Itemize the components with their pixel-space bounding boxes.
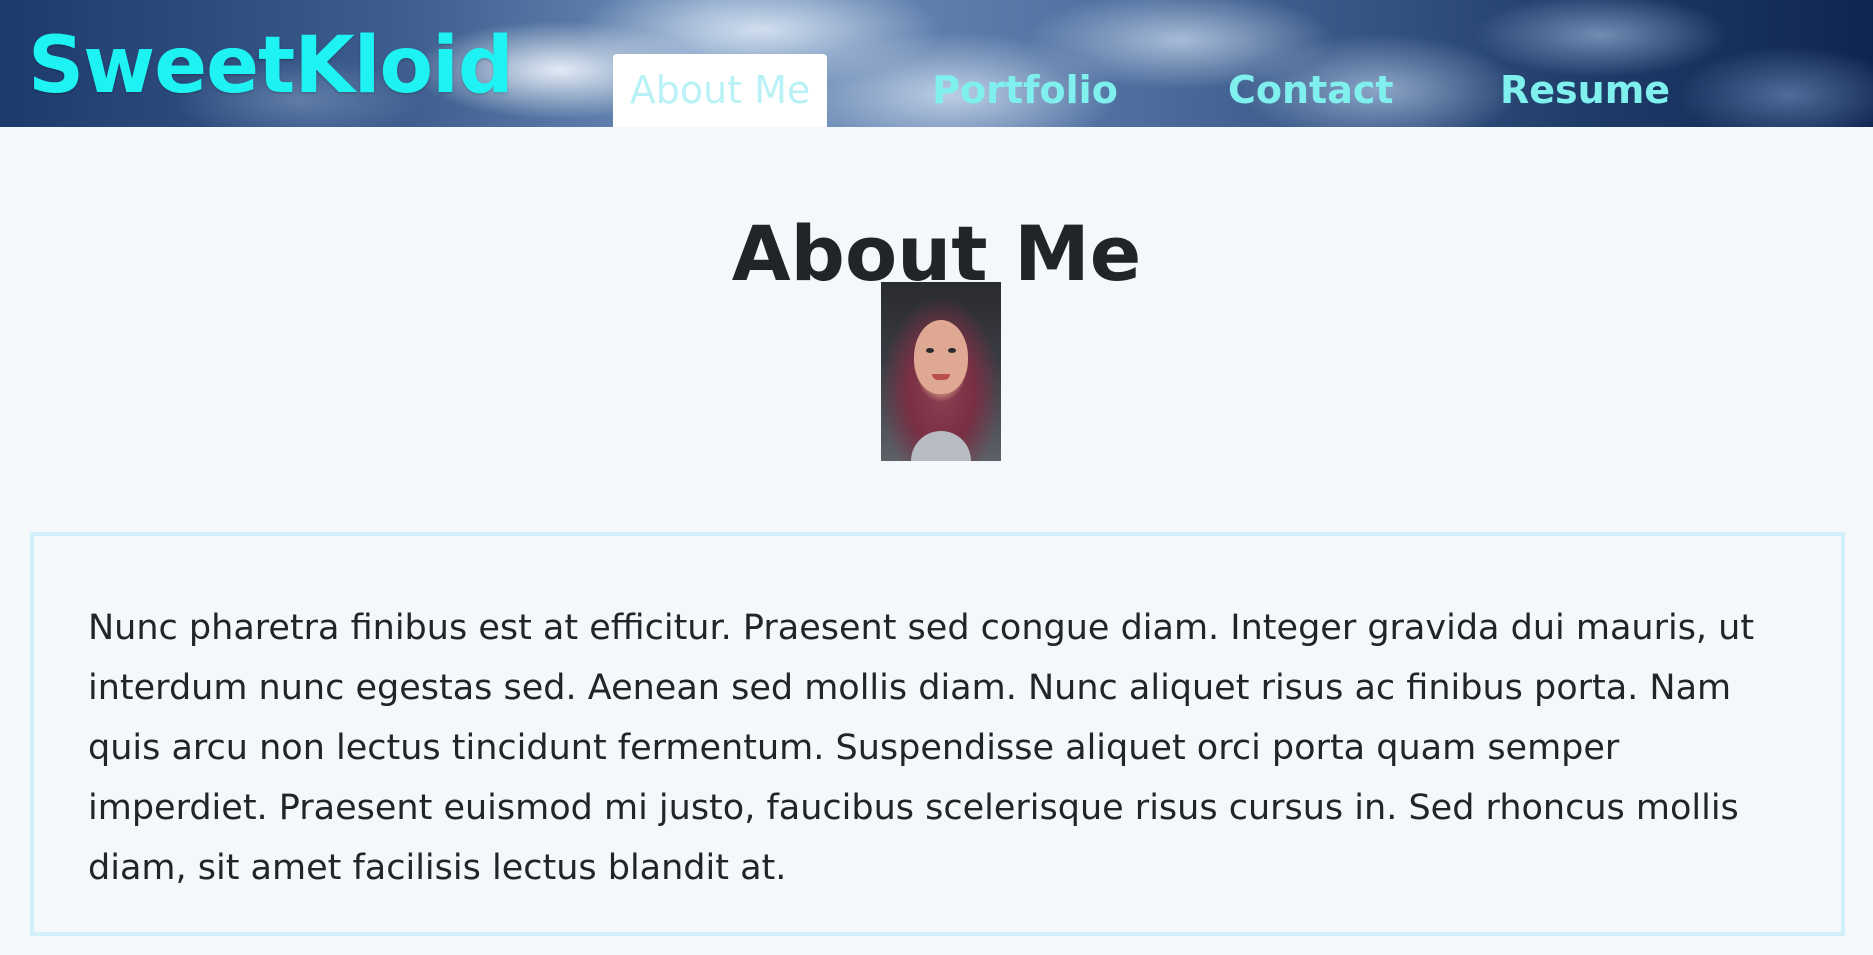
nav-resume[interactable]: Resume bbox=[1500, 54, 1670, 127]
nav-about-me[interactable]: About Me bbox=[613, 54, 827, 127]
profile-photo bbox=[881, 282, 1001, 461]
right-eye-icon bbox=[948, 348, 956, 353]
about-text: Nunc pharetra finibus est at efficitur. … bbox=[88, 608, 1755, 888]
profile-face bbox=[914, 320, 968, 394]
smile-icon bbox=[932, 374, 950, 380]
about-section: Nunc pharetra finibus est at efficitur. … bbox=[30, 532, 1845, 936]
left-eye-icon bbox=[926, 348, 934, 353]
site-brand[interactable]: SweetKloid bbox=[28, 18, 514, 114]
site-header: SweetKloid About Me Portfolio Contact Re… bbox=[0, 0, 1873, 127]
shirt-shape bbox=[911, 431, 971, 461]
nav-portfolio[interactable]: Portfolio bbox=[930, 54, 1120, 127]
nav-contact[interactable]: Contact bbox=[1228, 54, 1394, 127]
